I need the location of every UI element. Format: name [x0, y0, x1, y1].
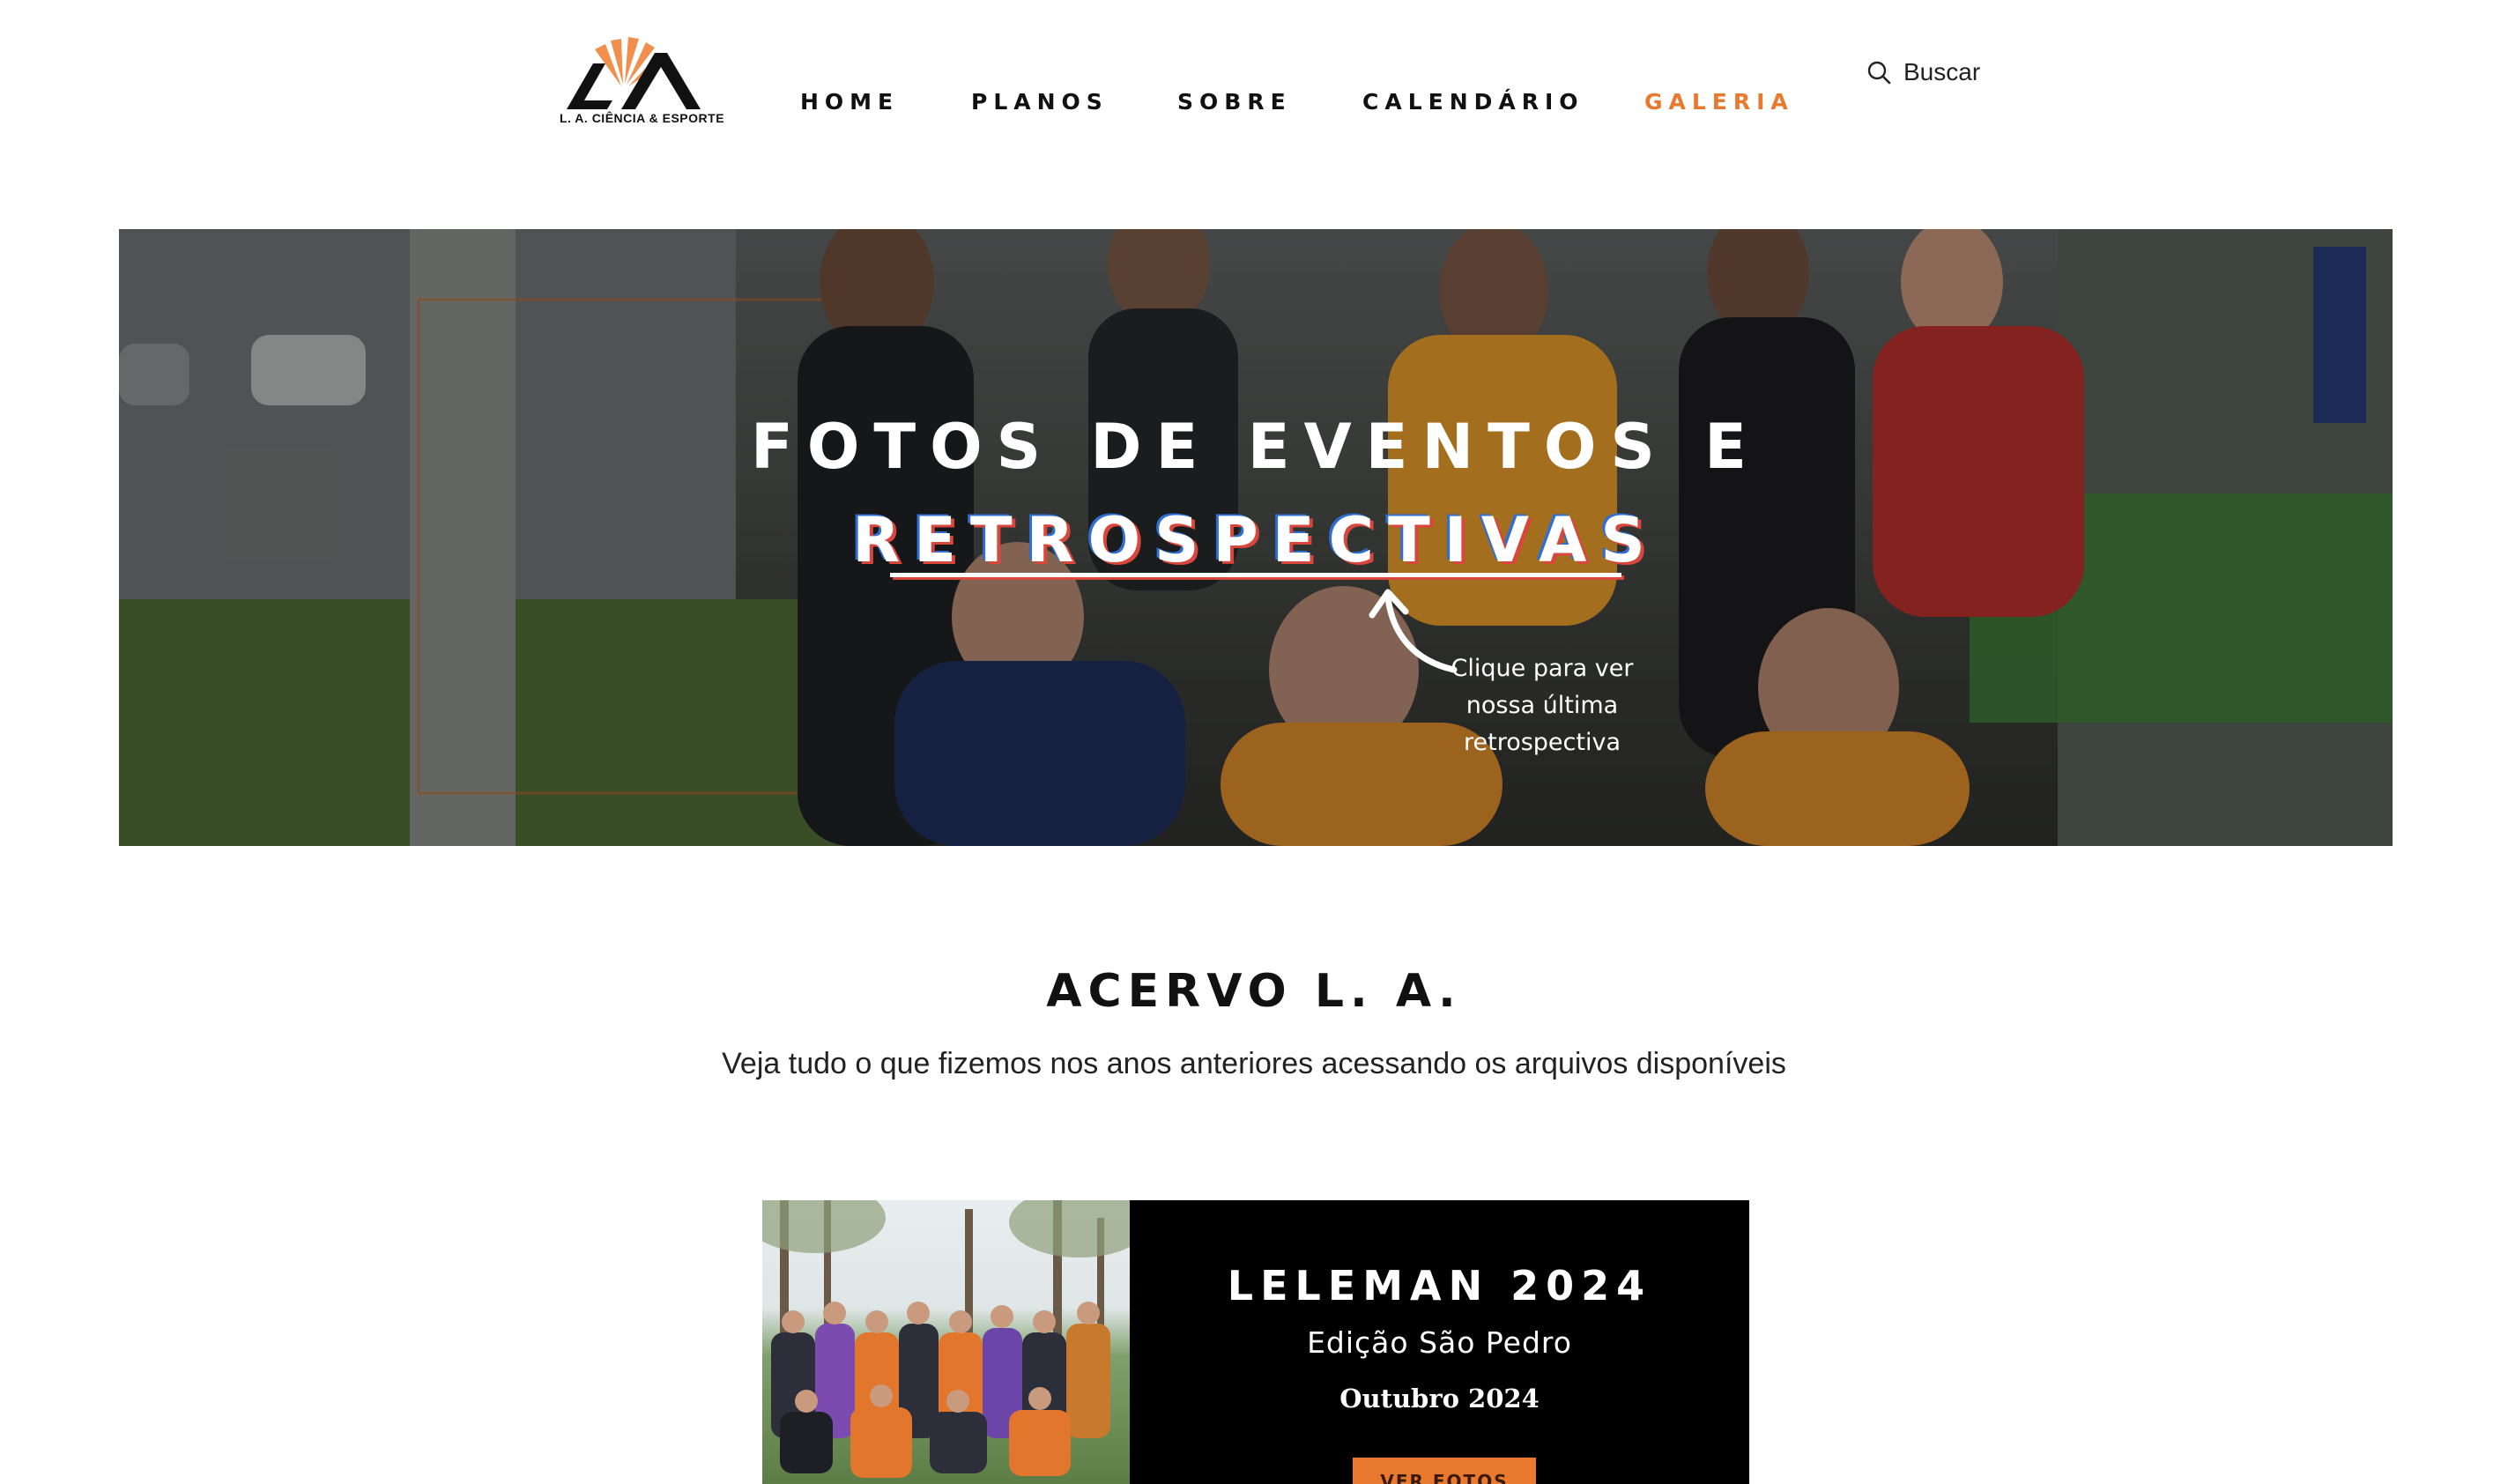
hero-cta-line2: nossa última [1465, 692, 1619, 719]
event-card[interactable]: LELEMAN 2024 Edição São Pedro Outubro 20… [762, 1200, 1749, 1484]
hero-cta-line1: Clique para ver [1451, 655, 1634, 682]
section-title: ACERVO L. A. [1046, 965, 1462, 1018]
hero-title-line2: RETROSPECTIVAS [852, 504, 1659, 576]
search-label: Buscar [1903, 58, 1981, 85]
logo-caption: L. A. CIÊNCIA & ESPORTE [560, 111, 725, 125]
brand-logo[interactable]: L. A. CIÊNCIA & ESPORTE [560, 33, 725, 130]
hero-cta-link[interactable]: Clique para ver nossa última retrospecti… [1410, 650, 1674, 761]
view-photos-button[interactable]: VER FOTOS [1353, 1458, 1536, 1484]
event-card-subtitle: Edição São Pedro [1307, 1325, 1572, 1360]
hero-banner[interactable]: FOTOS DE EVENTOS E RETROSPECTIVAS Clique… [119, 229, 2393, 846]
event-card-title: LELEMAN 2024 [1227, 1262, 1652, 1310]
hero-title-underline [890, 573, 1621, 577]
hero-title-line1: FOTOS DE EVENTOS E [751, 411, 1761, 483]
nav-item-planos[interactable]: PLANOS [971, 85, 1109, 120]
search-button[interactable]: Buscar [1866, 55, 1980, 90]
event-card-photo [762, 1200, 1130, 1484]
nav-item-home[interactable]: HOME [800, 85, 899, 120]
nav-item-sobre[interactable]: SOBRE [1177, 85, 1292, 120]
event-card-date: Outubro 2024 [1339, 1384, 1540, 1414]
logo-mark-icon [567, 37, 701, 109]
section-subtitle: Veja tudo o que fizemos nos anos anterio… [722, 1047, 1786, 1080]
hero-cta-line3: retrospectiva [1463, 729, 1621, 756]
nav-item-galeria[interactable]: GALERIA [1644, 85, 1794, 120]
site-header: L. A. CIÊNCIA & ESPORTE HOME PLANOS SOBR… [0, 0, 2508, 176]
nav-item-calendario[interactable]: CALENDÁRIO [1362, 85, 1584, 120]
search-icon [1867, 61, 1891, 85]
